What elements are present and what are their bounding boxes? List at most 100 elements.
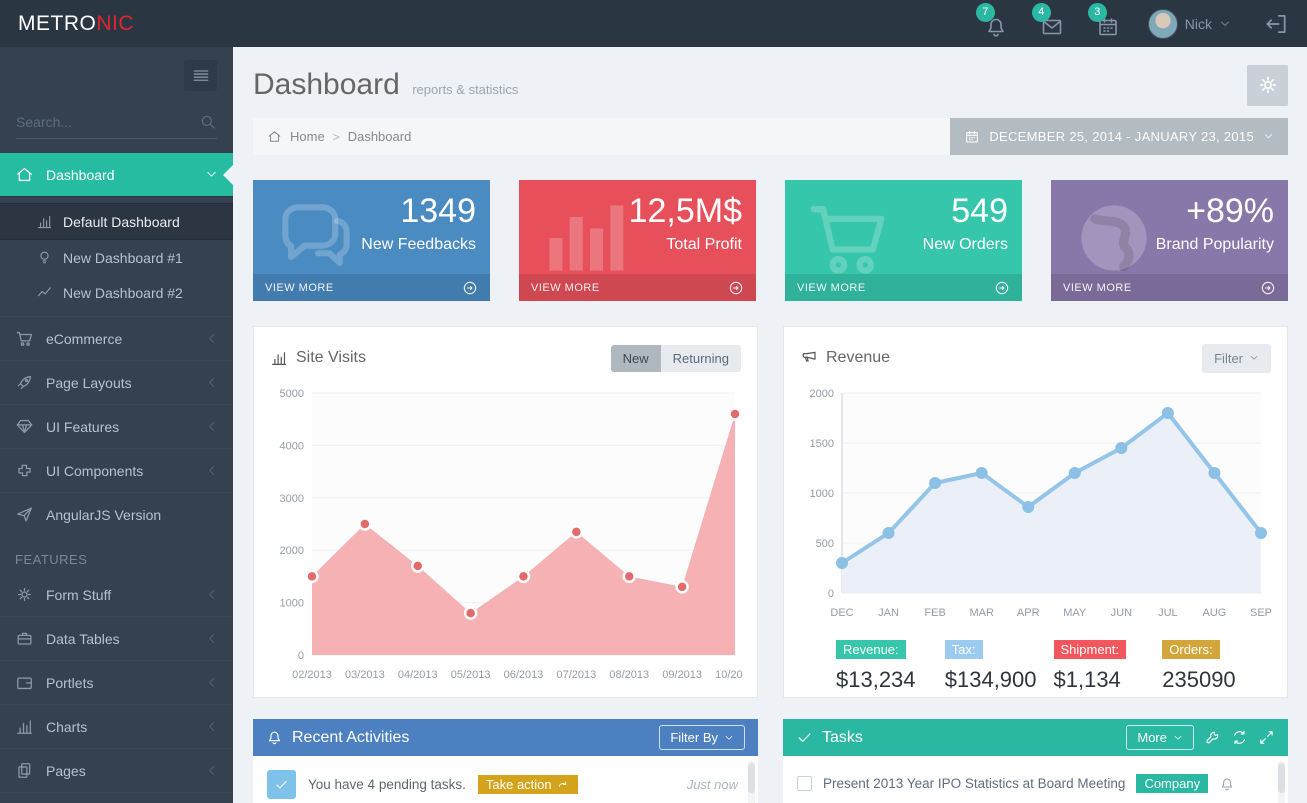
- search-icon[interactable]: [199, 113, 217, 131]
- lightbulb-icon: [36, 249, 53, 266]
- user-menu[interactable]: Nick: [1148, 9, 1231, 39]
- svg-text:07/2013: 07/2013: [556, 669, 596, 681]
- stat-card-0: 1349 New Feedbacks VIEW MORE: [253, 180, 490, 301]
- take-action-button[interactable]: Take action: [478, 775, 578, 794]
- sidebar-toggle-button[interactable]: [184, 60, 217, 91]
- view-more-link[interactable]: VIEW MORE: [519, 274, 756, 301]
- logout-icon[interactable]: [1263, 11, 1289, 37]
- chevron-left-icon: [205, 420, 218, 433]
- sidebar-subitem-new-dashboard-1[interactable]: New Dashboard #1: [0, 240, 233, 275]
- svg-text:1500: 1500: [810, 438, 834, 450]
- activity-time: Just now: [687, 777, 738, 792]
- sidebar-item-form-stuff[interactable]: Form Stuff: [0, 573, 233, 616]
- task-row[interactable]: Present 2013 Year IPO Statistics at Boar…: [795, 764, 1270, 803]
- chevron-left-icon: [205, 588, 218, 601]
- home-icon: [267, 129, 282, 144]
- sidebar-item-portlets[interactable]: Portlets: [0, 660, 233, 704]
- gem-icon: [15, 417, 34, 436]
- notification-calendar[interactable]: 3: [1096, 11, 1122, 37]
- date-range-picker[interactable]: DECEMBER 25, 2014 - JANUARY 23, 2015: [950, 118, 1288, 155]
- revenue-stat-badge: Revenue:: [836, 640, 906, 659]
- svg-text:FEB: FEB: [924, 607, 945, 619]
- activity-row[interactable]: You have 4 pending tasks. Take action Ju…: [265, 764, 740, 803]
- expand-icon[interactable]: [1258, 729, 1275, 746]
- sidebar-item-angularjs-version[interactable]: AngularJS Version: [0, 492, 233, 536]
- bars-icon: [527, 192, 637, 284]
- revenue-stats: Revenue: $13,234 Tax: $134,900 Shipment:…: [800, 640, 1271, 693]
- breadcrumb-bar: Home > Dashboard DECEMBER 25, 2014 - JAN…: [253, 118, 1288, 155]
- view-more-link[interactable]: VIEW MORE: [785, 274, 1022, 301]
- stat-value: 1349: [400, 192, 476, 231]
- chevron-down-icon: [724, 733, 734, 743]
- refresh-icon[interactable]: [1231, 729, 1248, 746]
- megaphone-icon: [800, 349, 818, 367]
- stat-value: +89%: [1186, 192, 1274, 231]
- tasks-list: Present 2013 Year IPO Statistics at Boar…: [783, 756, 1288, 803]
- sidebar-item-page-layouts[interactable]: Page Layouts: [0, 360, 233, 404]
- filter-by-button[interactable]: Filter By: [659, 725, 745, 750]
- view-more-link[interactable]: VIEW MORE: [253, 274, 490, 301]
- view-more-link[interactable]: VIEW MORE: [1051, 274, 1288, 301]
- chevron-left-icon: [205, 720, 218, 733]
- sidebar-subitem-default-dashboard[interactable]: Default Dashboard: [0, 203, 233, 240]
- svg-text:05/2013: 05/2013: [451, 669, 491, 681]
- calendar-icon: [964, 129, 980, 145]
- chevron-left-icon: [205, 764, 218, 777]
- page-settings-button[interactable]: [1247, 65, 1288, 106]
- svg-text:1000: 1000: [280, 598, 304, 610]
- sidebar-subitem-label: New Dashboard #2: [63, 285, 183, 301]
- sidebar-item-ui-components[interactable]: UI Components: [0, 448, 233, 492]
- scrollbar[interactable]: [748, 761, 755, 803]
- sidebar-item-label: UI Features: [46, 419, 205, 435]
- wrench-icon[interactable]: [1204, 729, 1221, 746]
- revenue-stat-value: $134,900: [945, 667, 1054, 693]
- toggle-new-button[interactable]: New: [611, 345, 661, 372]
- svg-text:3000: 3000: [280, 493, 304, 505]
- stat-cards: 1349 New Feedbacks VIEW MORE 12,5M$ Tota…: [253, 180, 1288, 301]
- notification-bell[interactable]: 7: [984, 11, 1010, 37]
- site-visits-chart: 01000200030004000500002/201303/201304/20…: [270, 383, 741, 688]
- sidebar-item-pages[interactable]: Pages: [0, 748, 233, 792]
- activity-text: You have 4 pending tasks.: [308, 777, 466, 792]
- revenue-chart: 0500100015002000DECJANFEBMARAPRMAYJUNJUL…: [800, 383, 1271, 626]
- check-icon: [274, 777, 289, 792]
- revenue-filter-button[interactable]: Filter: [1202, 344, 1271, 373]
- notification-envelope[interactable]: 4: [1040, 11, 1066, 37]
- svg-text:2000: 2000: [280, 545, 304, 557]
- sidebar-item-label: Portlets: [46, 675, 205, 691]
- sidebar-item-charts[interactable]: Charts: [0, 704, 233, 748]
- app-logo[interactable]: METRONIC: [18, 12, 134, 36]
- more-button[interactable]: More: [1126, 725, 1194, 750]
- sidebar-item-label: Charts: [46, 719, 205, 735]
- chevron-left-icon: [205, 676, 218, 689]
- svg-text:02/2013: 02/2013: [292, 669, 332, 681]
- sidebar-item-dashboard[interactable]: Dashboard: [0, 153, 233, 196]
- sidebar-item-label: Dashboard: [46, 167, 205, 183]
- stat-value: 549: [951, 192, 1008, 231]
- avatar[interactable]: [1148, 9, 1178, 39]
- svg-text:SEP: SEP: [1250, 607, 1272, 619]
- revenue-stat: Shipment: $1,134: [1054, 640, 1163, 693]
- notification-badge: 7: [976, 3, 995, 22]
- task-checkbox[interactable]: [797, 776, 812, 791]
- header-notifications: 7 4 3: [984, 11, 1122, 37]
- notification-badge: 3: [1088, 3, 1107, 22]
- svg-text:03/2013: 03/2013: [345, 669, 385, 681]
- cart-icon: [15, 329, 34, 348]
- toggle-returning-button[interactable]: Returning: [661, 345, 741, 372]
- briefcase-icon: [15, 629, 34, 648]
- svg-text:DEC: DEC: [830, 607, 853, 619]
- sidebar-item-ui-features[interactable]: UI Features: [0, 404, 233, 448]
- sidebar-item-ecommerce[interactable]: eCommerce: [0, 316, 233, 360]
- chevron-down-icon: [205, 168, 218, 181]
- sidebar-features-menu: Form Stuff Data Tables Portlets Charts P…: [0, 573, 233, 803]
- sidebar-subitem-new-dashboard-2[interactable]: New Dashboard #2: [0, 275, 233, 310]
- search-input[interactable]: [16, 114, 199, 130]
- stat-value: 12,5M$: [629, 192, 742, 231]
- sidebar-item-data-tables[interactable]: Data Tables: [0, 616, 233, 660]
- sidebar-item-extra[interactable]: Extra: [0, 792, 233, 803]
- revenue-stat-badge: Orders:: [1162, 640, 1219, 659]
- breadcrumb-home[interactable]: Home: [290, 129, 325, 144]
- scrollbar[interactable]: [1278, 761, 1285, 803]
- hamburger-icon: [191, 66, 211, 86]
